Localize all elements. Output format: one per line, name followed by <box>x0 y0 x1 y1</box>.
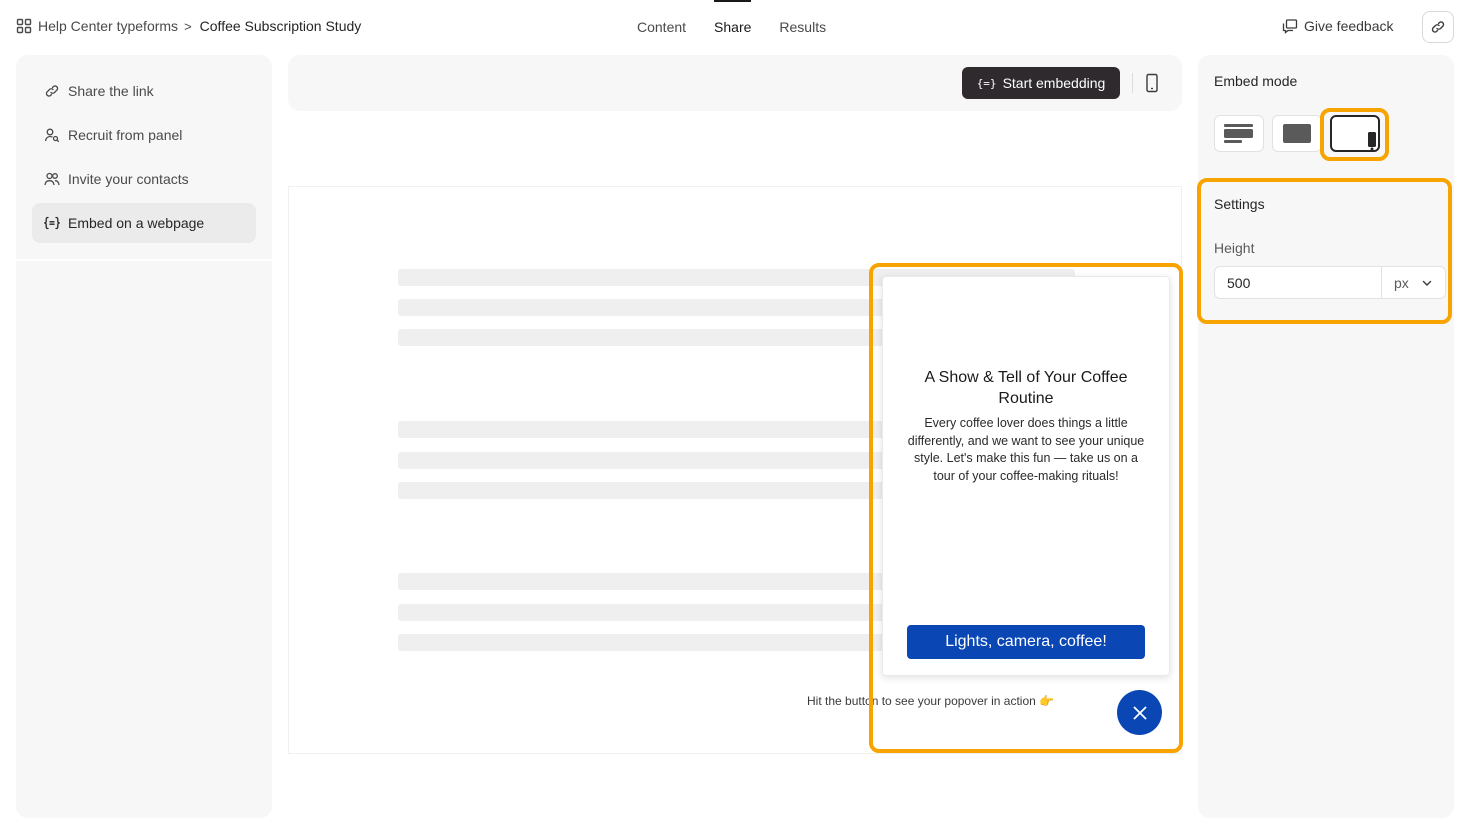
mobile-preview-icon[interactable] <box>1144 73 1160 93</box>
popover-title: A Show & Tell of Your Coffee Routine <box>924 369 1128 407</box>
feedback-icon <box>1282 19 1298 34</box>
popover-hint-text: Hit the button to see your popover in ac… <box>807 694 1055 708</box>
embed-mode-fullpage-button[interactable] <box>1272 115 1322 152</box>
breadcrumb-workspace[interactable]: Help Center typeforms <box>38 18 178 34</box>
embed-icon <box>44 216 60 230</box>
give-feedback-button[interactable]: Give feedback <box>1282 18 1394 34</box>
tab-content[interactable]: Content <box>637 0 686 55</box>
sidebar-item-invite-contacts[interactable]: Invite your contacts <box>32 159 256 199</box>
preview-toolbar: {=} Start embedding <box>288 55 1182 111</box>
grid-icon[interactable] <box>16 18 32 34</box>
breadcrumb-separator: > <box>184 18 192 34</box>
sidebar-item-label: Recruit from panel <box>68 127 183 143</box>
sidebar-item-embed-webpage[interactable]: Embed on a webpage <box>32 203 256 243</box>
sidebar-item-share-link[interactable]: Share the link <box>32 71 256 111</box>
popover-embed-icon <box>1368 132 1376 151</box>
top-header: Help Center typeforms > Coffee Subscript… <box>0 0 1470 55</box>
tab-share[interactable]: Share <box>714 0 752 55</box>
embed-icon: {=} <box>976 76 997 90</box>
standard-embed-icon <box>1224 124 1253 143</box>
popover-preview: A Show & Tell of Your Coffee Routine Eve… <box>882 276 1170 676</box>
link-icon <box>45 85 59 97</box>
person-search-icon <box>44 128 60 143</box>
settings-title: Settings <box>1214 196 1265 212</box>
chevron-down-icon <box>1422 280 1432 286</box>
close-icon <box>1133 706 1146 719</box>
start-embedding-button[interactable]: {=} Start embedding <box>962 67 1120 99</box>
embed-mode-popover-button[interactable] <box>1330 115 1380 152</box>
main-tabs: Content Share Results <box>637 0 854 55</box>
start-embedding-label: Start embedding <box>1002 75 1106 91</box>
contacts-icon <box>44 172 60 186</box>
breadcrumb: Help Center typeforms > Coffee Subscript… <box>16 18 361 34</box>
give-feedback-label: Give feedback <box>1304 18 1394 34</box>
height-label: Height <box>1214 240 1255 256</box>
sidebar-divider <box>16 259 272 261</box>
embed-settings-panel: Embed mode Settings Height 500 px <box>1198 55 1454 818</box>
height-input[interactable]: 500 <box>1215 275 1381 291</box>
link-icon <box>1431 21 1445 33</box>
breadcrumb-form-title[interactable]: Coffee Subscription Study <box>200 18 362 34</box>
height-unit-value: px <box>1394 274 1409 291</box>
height-field: 500 px <box>1214 266 1446 299</box>
sidebar-item-label: Embed on a webpage <box>68 215 205 231</box>
popover-description: Every coffee lover does things a little … <box>907 416 1145 483</box>
embed-mode-standard-button[interactable] <box>1214 115 1264 152</box>
sidebar-item-recruit-panel[interactable]: Recruit from panel <box>32 115 256 155</box>
popover-cta-button[interactable]: Lights, camera, coffee! <box>907 625 1145 659</box>
toolbar-divider <box>1132 73 1133 93</box>
height-unit-select[interactable]: px <box>1381 267 1445 298</box>
share-options-sidebar: Share the link Recruit from panel Invite… <box>16 55 272 818</box>
embed-mode-title: Embed mode <box>1214 73 1298 89</box>
popover-close-button[interactable] <box>1117 690 1162 735</box>
fullpage-embed-icon <box>1283 124 1311 143</box>
tab-results[interactable]: Results <box>779 0 826 55</box>
sidebar-item-label: Invite your contacts <box>68 171 189 187</box>
copy-link-button[interactable] <box>1422 11 1454 43</box>
sidebar-item-label: Share the link <box>68 83 154 99</box>
